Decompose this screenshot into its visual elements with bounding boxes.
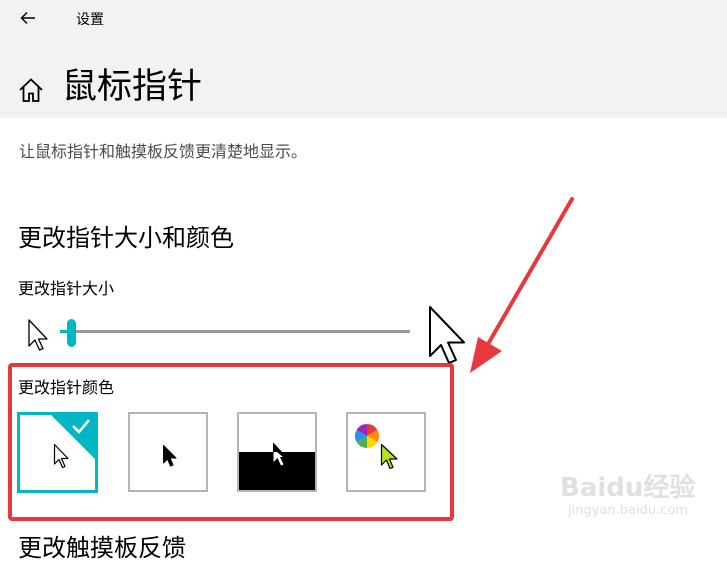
pointer-size-label: 更改指针大小 <box>18 279 115 298</box>
pointer-size-slider[interactable] <box>56 316 414 348</box>
slider-fill <box>60 330 67 333</box>
page-description: 让鼠标指针和触摸板反馈更清楚地显示。 <box>19 142 308 161</box>
watermark: Baidu经验 jingyan.baidu.com <box>560 467 720 527</box>
home-icon[interactable] <box>17 76 45 104</box>
annotation-arrow-icon <box>470 197 574 373</box>
app-title: 设置 <box>76 12 104 28</box>
slider-track[interactable] <box>60 330 410 333</box>
small-pointer-icon <box>28 319 48 351</box>
watermark-url: jingyan.baidu.com <box>568 503 688 518</box>
touchpad-feedback-heading: 更改触摸板反馈 <box>18 534 186 562</box>
header-area: 设置 鼠标指针 <box>0 0 727 118</box>
back-button[interactable] <box>12 4 44 32</box>
section-title: 更改指针大小和颜色 <box>18 224 234 252</box>
watermark-text: Baidu经验 <box>560 473 696 503</box>
back-arrow-icon <box>20 12 35 24</box>
slider-thumb[interactable] <box>66 319 76 347</box>
page-title: 鼠标指针 <box>62 67 203 107</box>
annotation-highlight-box <box>8 363 454 521</box>
